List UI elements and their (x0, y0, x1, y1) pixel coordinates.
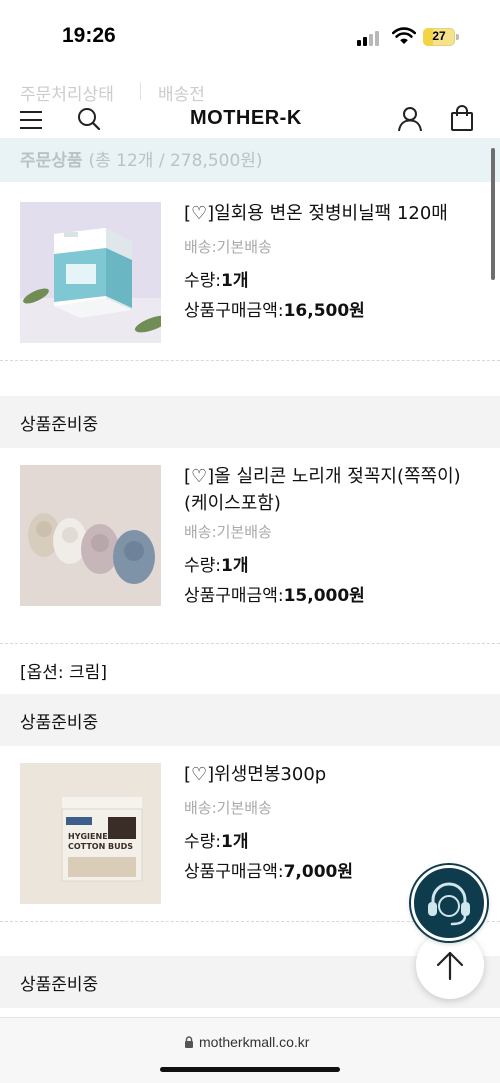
product-shipping: 배송:기본배송 (184, 523, 272, 541)
headset-icon (428, 882, 470, 926)
quantity-label: 수량: (184, 832, 222, 852)
price-label: 상품구매금액: (184, 862, 284, 882)
quantity-label: 수량: (184, 556, 222, 576)
cellular-signal-icon (357, 30, 383, 46)
order-products-heading: 주문상품 (총 12개 / 278,500원) (20, 146, 263, 171)
product-quantity: 수량:1개 (184, 551, 248, 576)
product-price: 상품구매금액:7,000원 (184, 857, 353, 882)
scrollbar[interactable] (491, 148, 495, 280)
price-label: 상품구매금액: (184, 301, 284, 321)
product-price: 상품구매금액:15,000원 (184, 581, 365, 606)
shopping-bag-icon[interactable] (448, 104, 476, 132)
product-name[interactable]: [♡]위생면봉300p (184, 761, 484, 788)
home-indicator[interactable] (160, 1067, 340, 1072)
hamburger-menu-icon[interactable] (20, 108, 44, 130)
wifi-icon (391, 27, 417, 45)
quantity-label: 수량: (184, 271, 222, 291)
battery-icon: 27 (423, 28, 459, 46)
product-name[interactable]: [♡]올 실리콘 노리개 젖꼭지(쪽쪽이)(케이스포함) (184, 463, 484, 517)
product-image-pacifiers[interactable] (20, 465, 161, 606)
order-products-summary: (총 12개 / 278,500원) (88, 151, 263, 171)
order-products-band: 주문상품 (총 12개 / 278,500원) (0, 138, 500, 182)
status-label: 상품준비중 (20, 415, 99, 435)
svg-text:HYGIENE: HYGIENE (68, 832, 108, 841)
status-label: 상품준비중 (20, 713, 99, 733)
product-quantity: 수량:1개 (184, 827, 248, 852)
product-image-cotton-buds[interactable]: HYGIENE COTTON BUDS (20, 763, 161, 904)
customer-support-chat-button[interactable] (411, 865, 487, 941)
browser-url-bar[interactable]: motherkmall.co.kr (0, 1017, 500, 1083)
status-section: 상품준비중 (0, 396, 500, 448)
lock-icon (185, 1036, 193, 1048)
product-shipping: 배송:기본배송 (184, 799, 272, 817)
divider (0, 643, 500, 644)
user-account-icon[interactable] (396, 105, 424, 133)
order-products-title: 주문상품 (20, 151, 83, 171)
product-option: [옵션: 크림] (20, 663, 107, 683)
price-value: 15,000원 (283, 586, 365, 606)
product-price: 상품구매금액:16,500원 (184, 296, 365, 321)
product-name[interactable]: [♡]일회용 변온 젖병비닐팩 120매 (184, 200, 484, 227)
price-label: 상품구매금액: (184, 586, 284, 606)
status-section: 상품준비중 (0, 694, 500, 746)
quantity-value: 1개 (221, 271, 249, 291)
status-bar: 19:26 27 (0, 0, 500, 70)
site-header: MOTHER-K (0, 96, 500, 144)
quantity-value: 1개 (221, 832, 249, 852)
site-logo[interactable]: MOTHER-K (190, 107, 302, 130)
quantity-value: 1개 (221, 556, 249, 576)
search-icon[interactable] (76, 106, 102, 132)
svg-text:COTTON BUDS: COTTON BUDS (68, 842, 133, 851)
url-text[interactable]: motherkmall.co.kr (199, 1034, 309, 1050)
product-quantity: 수량:1개 (184, 266, 248, 291)
divider (0, 360, 500, 361)
status-time: 19:26 (62, 24, 116, 47)
battery-level: 27 (432, 29, 446, 43)
price-value: 7,000원 (283, 862, 353, 882)
price-value: 16,500원 (283, 301, 365, 321)
product-image-bottle-liner[interactable] (20, 202, 161, 343)
status-label: 상품준비중 (20, 975, 99, 995)
product-shipping: 배송:기본배송 (184, 238, 272, 256)
